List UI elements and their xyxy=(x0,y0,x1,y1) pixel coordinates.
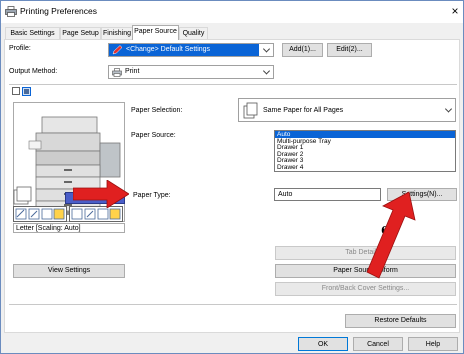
paper-source-listbox[interactable]: Auto Multi-purpose Tray Drawer 1 Drawer … xyxy=(274,130,456,172)
preview-caption: Letter [Scaling: Auto] xyxy=(16,225,81,232)
tab-page-setup[interactable]: Page Setup xyxy=(60,27,101,39)
tab-panel: Profile: <Change> Default Settings Add(1… xyxy=(4,39,460,333)
output-method-dropdown[interactable]: Print xyxy=(108,65,274,79)
edit-profile-button[interactable]: Edit(2)... xyxy=(327,43,372,57)
divider xyxy=(9,84,457,85)
tab-finishing[interactable]: Finishing xyxy=(101,27,133,39)
ok-button[interactable]: OK xyxy=(298,337,348,351)
paper-selection-dropdown[interactable]: Same Paper for All Pages xyxy=(238,98,456,122)
restore-defaults-button[interactable]: Restore Defaults xyxy=(345,314,456,328)
preview-icon-page[interactable] xyxy=(12,87,20,95)
print-icon xyxy=(112,68,122,77)
cancel-button[interactable]: Cancel xyxy=(353,337,403,351)
front-back-cover-settings-button[interactable]: Front/Back Cover Settings... xyxy=(275,282,456,296)
layout-icons-left[interactable] xyxy=(13,206,67,222)
profile-value: <Change> Default Settings xyxy=(126,46,211,53)
paper-selection-label: Paper Selection: xyxy=(131,107,183,114)
window-title: Printing Preferences xyxy=(20,6,98,16)
output-tray-icon xyxy=(13,184,33,206)
paper-type-label: Paper Type: xyxy=(133,192,171,199)
view-settings-button[interactable]: View Settings xyxy=(13,264,125,278)
tab-basic-settings[interactable]: Basic Settings xyxy=(5,27,60,39)
printing-preferences-window: Printing Preferences × Basic Settings Pa… xyxy=(0,0,464,354)
list-item-drawer-4[interactable]: Drawer 4 xyxy=(275,164,455,171)
paper-type-value: Auto xyxy=(278,191,293,198)
layout-icons-right[interactable] xyxy=(69,206,123,222)
chevron-down-icon xyxy=(262,67,271,75)
title-bar: Printing Preferences × xyxy=(1,1,463,23)
divider xyxy=(9,304,457,305)
red-arrow-annotation-left xyxy=(73,180,129,208)
paper-source-label: Paper Source: xyxy=(131,132,176,139)
profile-label: Profile: xyxy=(9,45,31,52)
output-method-value: Print xyxy=(125,68,140,75)
help-button[interactable]: Help xyxy=(408,337,458,351)
profile-dropdown[interactable]: <Change> Default Settings xyxy=(108,43,274,57)
tab-paper-source[interactable]: Paper Source xyxy=(132,25,179,40)
chevron-down-icon xyxy=(262,45,271,53)
preview-caption-box: Letter [Scaling: Auto] xyxy=(13,223,125,233)
output-method-label: Output Method: xyxy=(9,68,58,75)
printer-icon xyxy=(5,6,17,17)
paper-selection-value: Same Paper for All Pages xyxy=(263,107,344,114)
add-profile-button[interactable]: Add(1)... xyxy=(282,43,323,57)
preview-icon-printer[interactable] xyxy=(22,87,31,96)
pencil-icon xyxy=(112,45,123,55)
pages-icon xyxy=(243,102,259,119)
tab-quality[interactable]: Quality xyxy=(179,27,208,39)
chevron-down-icon xyxy=(444,105,453,113)
red-arrow-annotation-right xyxy=(357,190,419,280)
close-button[interactable]: × xyxy=(448,3,462,19)
